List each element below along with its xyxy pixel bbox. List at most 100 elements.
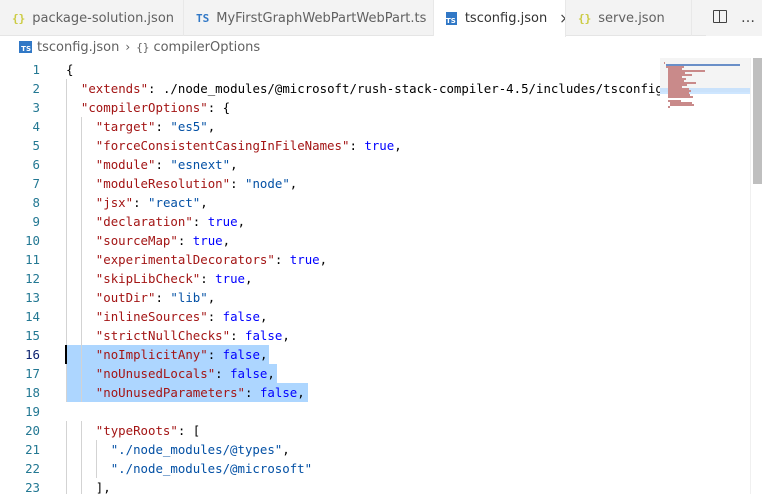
indent-guide <box>80 269 82 288</box>
indent-guide <box>80 383 82 402</box>
breadcrumb-file[interactable]: tsconfig.json <box>37 40 119 55</box>
code-line[interactable]: 7 "moduleResolution": "node", <box>0 174 660 193</box>
split-editor-icon[interactable] <box>706 9 734 27</box>
indent-guide <box>80 459 82 478</box>
tab-package-solution-json[interactable]: {} package-solution.json <box>0 0 184 36</box>
code-editor[interactable]: 1{2 "extends": ./node_modules/@microsoft/… <box>0 58 660 494</box>
line-number: 2 <box>32 81 40 96</box>
line-number: 8 <box>32 195 40 210</box>
indent-guide <box>80 345 82 364</box>
code-line[interactable]: 10 "sourceMap": true, <box>0 231 660 250</box>
code-text: "module": "esnext", <box>95 157 238 172</box>
line-number: 17 <box>25 366 40 381</box>
indent-guide <box>80 440 82 459</box>
line-number: 3 <box>32 100 40 115</box>
code-text: "inlineSources": false, <box>95 309 268 324</box>
object-symbol-icon: {} <box>136 40 150 54</box>
indent-guide <box>66 212 67 231</box>
line-number: 19 <box>25 404 40 419</box>
code-line[interactable]: 12 "skipLibCheck": true, <box>0 269 660 288</box>
code-text: "experimentalDecorators": true, <box>95 252 328 267</box>
line-number: 13 <box>25 290 40 305</box>
line-number: 14 <box>25 309 40 324</box>
code-line[interactable]: 22 "./node_modules/@microsoft" <box>0 459 660 478</box>
code-line[interactable]: 18 "noUnusedParameters": false, <box>0 383 660 402</box>
line-number: 12 <box>25 271 40 286</box>
code-line[interactable]: 14 "inlineSources": false, <box>0 307 660 326</box>
line-number: 22 <box>25 461 40 476</box>
indent-guide <box>66 269 67 288</box>
code-line[interactable]: 13 "outDir": "lib", <box>0 288 660 307</box>
code-text: "sourceMap": true, <box>95 233 231 248</box>
line-number: 15 <box>25 328 40 343</box>
code-line[interactable]: 19 <box>0 402 660 421</box>
indent-guide <box>80 250 82 269</box>
tab-myfirstgraphwebpartwebpart-ts[interactable]: TS MyFirstGraphWebPartWebPart.ts <box>184 0 434 36</box>
code-text: "moduleResolution": "node", <box>95 176 298 191</box>
line-number: 9 <box>32 214 40 229</box>
indent-guide <box>66 155 67 174</box>
minimap-line <box>664 62 665 64</box>
line-number: 21 <box>25 442 40 457</box>
typescript-icon: TS <box>196 11 210 25</box>
indent-guide <box>80 212 82 231</box>
code-text: "outDir": "lib", <box>95 290 216 305</box>
code-line[interactable]: 3 "compilerOptions": { <box>0 98 660 117</box>
indent-guide <box>66 231 67 250</box>
line-number: 16 <box>25 347 40 362</box>
code-text: "./node_modules/@types", <box>110 442 290 457</box>
code-line[interactable]: 15 "strictNullChecks": false, <box>0 326 660 345</box>
indent-guide <box>66 79 67 98</box>
line-number: 4 <box>32 119 40 134</box>
code-line[interactable]: 21 "./node_modules/@types", <box>0 440 660 459</box>
close-icon[interactable]: × <box>559 11 565 27</box>
vertical-scrollbar[interactable] <box>750 58 762 494</box>
line-number: 10 <box>25 233 40 248</box>
code-text: "typeRoots": [ <box>95 423 201 438</box>
code-line[interactable]: 5 "forceConsistentCasingInFileNames": tru… <box>0 136 660 155</box>
code-text: "declaration": true, <box>95 214 246 229</box>
code-line[interactable]: 2 "extends": ./node_modules/@microsoft/ru… <box>0 79 660 98</box>
tab-label: tsconfig.json <box>464 11 548 26</box>
tab-serve-json[interactable]: {} serve.json <box>566 0 692 36</box>
typescript-config-icon: TS <box>446 12 457 25</box>
indent-guide <box>80 478 82 494</box>
json-braces-icon: {} <box>578 11 592 25</box>
line-number: 6 <box>32 157 40 172</box>
more-actions-icon[interactable]: … <box>734 10 762 26</box>
indent-guide <box>66 98 67 117</box>
indent-guide <box>66 383 67 402</box>
line-number: 20 <box>25 423 40 438</box>
indent-guide <box>66 117 67 136</box>
breadcrumb-symbol[interactable]: compilerOptions <box>153 40 260 55</box>
code-line[interactable]: 9 "declaration": true, <box>0 212 660 231</box>
minimap-line <box>668 106 670 108</box>
code-text: "noUnusedParameters": false, <box>95 385 305 400</box>
indent-guide <box>95 440 97 459</box>
json-braces-icon: {} <box>12 11 26 25</box>
code-line[interactable]: 23], <box>0 478 660 494</box>
indent-guide <box>66 307 67 326</box>
editor-tab-bar: {} package-solution.json TS MyFirstGraph… <box>0 0 762 37</box>
code-line[interactable]: 8 "jsx": "react", <box>0 193 660 212</box>
code-line[interactable]: 17 "noUnusedLocals": false, <box>0 364 660 383</box>
code-text: "target": "es5", <box>95 119 216 134</box>
tab-tsconfig-json[interactable]: TS tsconfig.json × <box>434 0 566 37</box>
indent-guide <box>80 364 82 383</box>
indent-guide <box>66 288 67 307</box>
editor-actions: … <box>706 0 762 36</box>
code-line[interactable]: 16 "noImplicitAny": false, <box>0 345 660 364</box>
code-line[interactable]: 4 "target": "es5", <box>0 117 660 136</box>
code-line[interactable]: 1{ <box>0 60 660 79</box>
indent-guide <box>95 459 97 478</box>
code-line[interactable]: 11 "experimentalDecorators": true, <box>0 250 660 269</box>
chevron-right-icon: › <box>125 40 131 54</box>
scrollbar-thumb[interactable] <box>753 58 762 184</box>
indent-guide <box>80 326 82 345</box>
code-line[interactable]: 6 "module": "esnext", <box>0 155 660 174</box>
tab-label: package-solution.json <box>32 10 175 26</box>
code-text: "skipLibCheck": true, <box>95 271 253 286</box>
indent-guide <box>80 155 82 174</box>
code-line[interactable]: 20 "typeRoots": [ <box>0 421 660 440</box>
minimap[interactable] <box>660 58 750 494</box>
